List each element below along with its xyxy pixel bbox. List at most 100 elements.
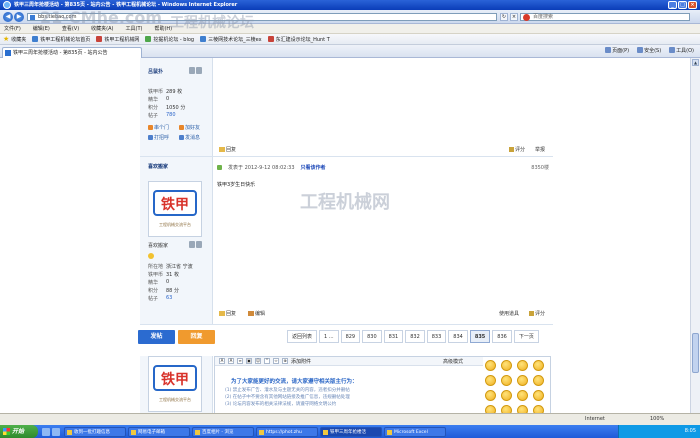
- post2-rate-button[interactable]: 评分: [528, 310, 545, 317]
- menu-file[interactable]: 文件(F): [4, 24, 21, 33]
- minimize-button[interactable]: _: [668, 1, 677, 9]
- page-link[interactable]: 833: [426, 330, 447, 343]
- post1-report-button[interactable]: 举报: [535, 146, 545, 153]
- taskbar-item[interactable]: https://phot.zhu: [256, 426, 318, 437]
- tab-current[interactable]: 铁甲三周年抢楼活动 - 第835页 - 站内公告: [2, 47, 142, 58]
- next-page-link[interactable]: 下一页: [513, 330, 539, 343]
- new-post-button[interactable]: 发帖: [138, 330, 175, 344]
- scroll-thumb[interactable]: [692, 333, 699, 373]
- taskbar-item[interactable]: Microsoft Excel: [384, 426, 446, 437]
- emoji-icon[interactable]: [517, 360, 528, 371]
- taskbar-item[interactable]: 收到一批打趣信息: [64, 426, 126, 437]
- taskbar-item[interactable]: 网易电子邮箱: [128, 426, 190, 437]
- menu-help[interactable]: 帮助(H): [154, 24, 172, 33]
- ie-icon[interactable]: [52, 427, 60, 436]
- visit-link[interactable]: 串个门: [148, 124, 179, 131]
- favorite-link[interactable]: 东汇建设示论坛_Hunt T: [267, 36, 330, 43]
- menu-favorites[interactable]: 收藏夹(A): [91, 24, 113, 33]
- desktop-icon[interactable]: [42, 427, 50, 436]
- tools-menu-button[interactable]: 工具(O): [669, 47, 694, 56]
- font-color-icon[interactable]: A: [228, 358, 234, 364]
- emoji-icon[interactable]: [485, 375, 496, 386]
- search-input[interactable]: 百度搜索: [520, 13, 690, 21]
- page-first-link[interactable]: 1 ...: [319, 330, 339, 343]
- taskbar-item[interactable]: 百度相片 - 浏览: [192, 426, 254, 437]
- menu-tools[interactable]: 工具(T): [126, 24, 143, 33]
- font-icon[interactable]: A: [219, 358, 225, 364]
- post2-avatar[interactable]: 铁甲 工程机械交流平台: [148, 181, 202, 237]
- code-icon[interactable]: ‹›: [273, 358, 279, 364]
- post2-username-label[interactable]: 喜欢搬家: [148, 242, 168, 249]
- smiley-icon[interactable]: ☺: [255, 358, 261, 364]
- add-friend-link[interactable]: 加好友: [179, 124, 210, 131]
- post1-stat-points: 积分 1050 分: [148, 105, 186, 111]
- refresh-button[interactable]: ↻: [500, 13, 508, 21]
- page-link[interactable]: 830: [362, 330, 382, 343]
- menu-view[interactable]: 查看(V): [62, 24, 79, 33]
- page-link[interactable]: 829: [340, 330, 361, 343]
- site-icon: [96, 36, 103, 42]
- gender-icon: [189, 67, 195, 74]
- maximize-button[interactable]: □: [678, 1, 687, 9]
- post2-username[interactable]: 喜欢搬家: [148, 163, 168, 170]
- favorite-link[interactable]: 铁甲工程机械论坛首页: [32, 36, 90, 43]
- link-icon[interactable]: ∞: [237, 358, 243, 364]
- safety-menu-button[interactable]: 安全(S): [637, 47, 661, 56]
- page-link[interactable]: 834: [448, 330, 468, 343]
- message-link[interactable]: 发消息: [179, 134, 210, 141]
- only-author-link[interactable]: 只看该作者: [301, 164, 326, 171]
- post2-use-item-button[interactable]: 使用道具: [499, 310, 519, 317]
- url-input[interactable]: bbs.tiebao.com: [27, 13, 497, 21]
- page-link[interactable]: 831: [383, 330, 404, 343]
- emoji-icon[interactable]: [485, 390, 496, 401]
- stop-button[interactable]: ×: [510, 13, 518, 21]
- start-button[interactable]: 开始: [0, 425, 38, 438]
- emoji-icon[interactable]: [533, 375, 544, 386]
- taskbar-item-active[interactable]: 铁甲三周年抢楼活: [320, 426, 382, 437]
- post1-reply-button[interactable]: 回复: [219, 146, 236, 153]
- emoji-icon[interactable]: [533, 360, 544, 371]
- page-link[interactable]: 836: [492, 330, 512, 343]
- emoji-icon[interactable]: [533, 390, 544, 401]
- page-menu-button[interactable]: 页面(P): [605, 47, 629, 56]
- avatar-logo: 铁甲: [153, 365, 197, 391]
- vertical-scrollbar[interactable]: ▲ ▼: [690, 58, 700, 425]
- page-viewport: 吕鼠扑 铁甲币 289 枚 精华 0 积分 1050 分 帖子 780 串个门 加好友 …: [0, 58, 690, 425]
- post1-user-panel: 吕鼠扑 铁甲币 289 枚 精华 0 积分 1050 分 帖子 780 串个门 加好友 …: [140, 58, 213, 156]
- attachment-icon[interactable]: ⊕: [282, 358, 288, 364]
- emoji-icon[interactable]: [501, 360, 512, 371]
- post2-floor[interactable]: 8350楼: [531, 164, 549, 171]
- post1-rate-button[interactable]: 评分: [508, 146, 525, 153]
- favorite-link[interactable]: 铁甲工程机械网: [96, 36, 139, 43]
- emoji-icon[interactable]: [517, 375, 528, 386]
- back-to-list-link[interactable]: 返回列表: [287, 330, 318, 343]
- post1-username[interactable]: 吕鼠扑: [148, 68, 163, 75]
- mail-icon: [179, 135, 184, 140]
- tab-favicon-icon: [5, 50, 11, 56]
- favorite-link[interactable]: 挖掘机论坛 - blog: [145, 36, 194, 43]
- back-button[interactable]: ◀: [3, 12, 13, 22]
- scroll-up-icon[interactable]: ▲: [692, 59, 699, 66]
- post2-edit-button[interactable]: 编辑: [248, 310, 265, 317]
- image-icon[interactable]: ▣: [246, 358, 252, 364]
- add-attachment-label[interactable]: 添加附件: [291, 358, 311, 365]
- emoji-icon[interactable]: [501, 375, 512, 386]
- page-link[interactable]: 832: [405, 330, 425, 343]
- emoji-icon[interactable]: [517, 390, 528, 401]
- favorite-link[interactable]: 三棱网技术论坛_三棱ex: [200, 36, 262, 43]
- avatar-subtitle: 工程机械交流平台: [159, 397, 191, 402]
- post2-reply-button[interactable]: 回复: [219, 310, 236, 317]
- advanced-mode-link[interactable]: 高级模式: [443, 358, 463, 365]
- emoji-icon[interactable]: [501, 390, 512, 401]
- greet-link[interactable]: 打招呼: [148, 134, 179, 141]
- page-icon: [30, 15, 35, 20]
- rate-icon: [508, 147, 514, 152]
- close-button[interactable]: ×: [688, 1, 697, 9]
- reply-button[interactable]: 回复: [178, 330, 215, 344]
- forward-button[interactable]: ▶: [14, 12, 24, 22]
- quote-icon[interactable]: ": [264, 358, 270, 364]
- zoom-level[interactable]: 100%: [650, 414, 664, 425]
- emoji-icon[interactable]: [485, 360, 496, 371]
- menu-edit[interactable]: 编辑(E): [33, 24, 50, 33]
- favorites-button[interactable]: ★ 收藏夹: [3, 35, 26, 43]
